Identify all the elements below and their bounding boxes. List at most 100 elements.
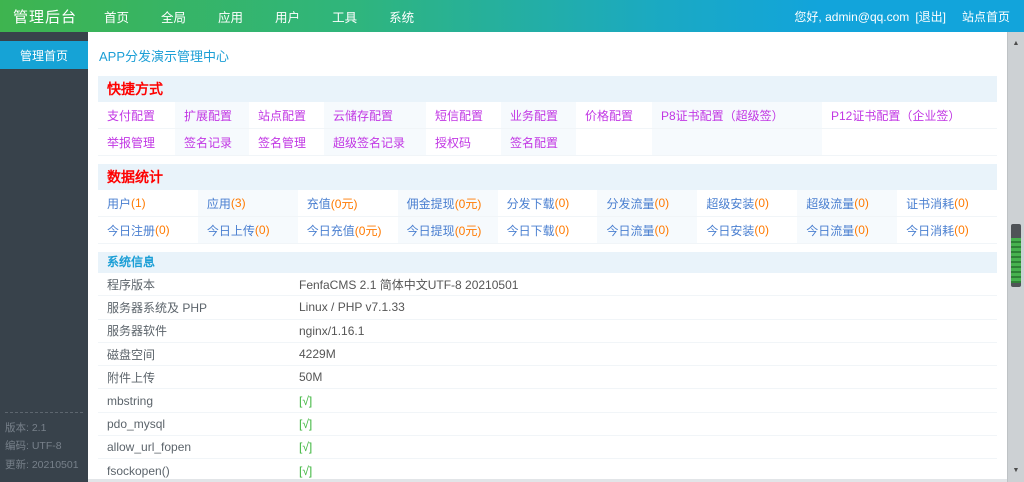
scroll-up-arrow-icon[interactable]: ▲ — [1008, 40, 1024, 47]
sidebar-item-admin-home[interactable]: 管理首页 — [0, 41, 88, 69]
layout: 管理首页 版本: 2.1 编码: UTF-8 更新: 20210501 APP分… — [0, 32, 1024, 482]
logout-link[interactable]: [退出] — [915, 8, 946, 25]
stat-label: 超级安装 — [706, 196, 755, 211]
quick-link[interactable]: P12证书配置（企业签） — [831, 107, 960, 124]
stat-value: (0) — [254, 223, 270, 237]
quick-link[interactable]: 签名记录 — [184, 134, 232, 151]
stat-item: 今日消耗 (0) — [897, 217, 997, 243]
sys-label: mbstring — [107, 393, 154, 408]
quick-link[interactable]: P8证书配置（超级签） — [661, 107, 784, 124]
system-info-row: 附件上传 50M — [98, 366, 997, 390]
sys-label: 服务器软件 — [107, 324, 168, 339]
quick-link-cell: 短信配置 — [426, 102, 501, 128]
system-info-header: 系统信息 — [98, 252, 997, 273]
stat-item: 今日安装 (0) — [697, 217, 797, 243]
stat-value: (0) — [754, 223, 770, 237]
stat-value: (0元) — [330, 196, 358, 211]
sys-value: FenfaCMS 2.1 简体中文UTF-8 20210501 — [299, 277, 519, 292]
quick-link-cell: 业务配置 — [501, 102, 576, 128]
main-content: APP分发演示管理中心 快捷方式 支付配置 扩展配置 站点配置 云储存配置 短信… — [88, 32, 1007, 482]
quick-link[interactable]: 价格配置 — [585, 107, 633, 124]
stat-item: 今日充值 (0元) — [298, 217, 398, 243]
stats-header: 数据统计 — [98, 164, 997, 190]
stat-label: 应用 — [206, 196, 231, 211]
stat-item: 今日下载 (0) — [498, 217, 598, 243]
sys-check-ok: [√] — [299, 393, 313, 408]
quick-link[interactable]: 业务配置 — [510, 107, 558, 124]
stat-value: (0) — [554, 196, 570, 210]
system-info-row: 磁盘空间 4229M — [98, 343, 997, 367]
quick-link[interactable]: 举报管理 — [107, 134, 155, 151]
stat-value: (0) — [654, 196, 670, 210]
stat-value: (0) — [654, 223, 670, 237]
sidebar-encoding: 编码: UTF-8 — [5, 440, 62, 453]
stat-value: (0) — [854, 196, 869, 210]
stat-label: 充值 — [306, 196, 331, 211]
quick-link[interactable]: 短信配置 — [435, 107, 483, 124]
quick-link-cell: 站点配置 — [249, 102, 324, 128]
scroll-down-arrow-icon[interactable]: ▼ — [1008, 467, 1024, 474]
quick-link[interactable]: 扩展配置 — [184, 107, 232, 124]
sidebar-version: 版本: 2.1 — [5, 421, 47, 434]
nav-item-system[interactable]: 系统 — [373, 0, 430, 32]
stat-label: 今日提现 — [406, 223, 455, 238]
quick-link[interactable]: 支付配置 — [107, 107, 155, 124]
stat-value: (0) — [854, 223, 869, 237]
quick-link-cell — [576, 129, 652, 155]
sys-label: pdo_mysql — [107, 416, 166, 431]
user-greeting: 您好, admin@qq.com — [794, 9, 910, 24]
stat-label: 分发流量 — [606, 196, 655, 211]
quick-link[interactable]: 授权码 — [435, 134, 471, 151]
quick-link[interactable]: 超级签名记录 — [333, 134, 405, 151]
quick-link-cell — [822, 129, 997, 155]
stat-label: 今日流量 — [806, 223, 855, 238]
sys-label: 服务器系统及 PHP — [107, 300, 208, 315]
stat-label: 证书消耗 — [906, 196, 955, 211]
stat-label: 今日流量 — [606, 223, 655, 238]
quick-links-row: 支付配置 扩展配置 站点配置 云储存配置 短信配置 业务配置 价格配置 P8证书… — [98, 102, 997, 129]
stat-value: (0) — [155, 223, 170, 237]
system-info-panel: 系统信息 程序版本 FenfaCMS 2.1 简体中文UTF-8 2021050… — [98, 252, 997, 482]
stat-item: 分发下载 (0) — [498, 190, 598, 216]
system-info-row: allow_url_fopen [√] — [98, 436, 997, 460]
sidebar: 管理首页 版本: 2.1 编码: UTF-8 更新: 20210501 — [0, 32, 88, 482]
stat-item: 超级安装 (0) — [697, 190, 797, 216]
quick-link[interactable]: 站点配置 — [258, 107, 306, 124]
stat-value: (0) — [754, 196, 770, 210]
sidebar-updated: 更新: 20210501 — [5, 458, 79, 471]
sys-label: 附件上传 — [107, 370, 156, 385]
admin-dashboard: 管理后台 首页 全局 应用 用户 工具 系统 您好, admin@qq.com … — [0, 0, 1024, 482]
sys-check-ok: [√] — [299, 416, 313, 431]
quick-link-cell: 支付配置 — [98, 102, 175, 128]
vertical-scrollbar[interactable]: ▲ ▼ — [1007, 32, 1024, 482]
site-home-link[interactable]: 站点首页 — [962, 8, 1010, 25]
stat-item: 今日注册 (0) — [98, 217, 198, 243]
nav-item-app[interactable]: 应用 — [202, 0, 259, 32]
app-title: 管理后台 — [13, 8, 78, 26]
quick-link-cell: 签名配置 — [501, 129, 576, 155]
topbar-right: 您好, admin@qq.com [退出] 站点首页 — [794, 8, 1024, 25]
stat-value: (1) — [131, 196, 146, 210]
stat-value: (0元) — [454, 223, 482, 238]
system-info-row: 服务器系统及 PHP Linux / PHP v7.1.33 — [98, 296, 997, 320]
quick-link[interactable]: 签名配置 — [510, 134, 558, 151]
quick-link-cell: 签名管理 — [249, 129, 324, 155]
quick-link[interactable]: 签名管理 — [258, 134, 306, 151]
nav-item-tools[interactable]: 工具 — [316, 0, 373, 32]
stat-label: 今日消耗 — [906, 223, 955, 238]
nav-item-user[interactable]: 用户 — [259, 0, 316, 32]
page-title: APP分发演示管理中心 — [99, 49, 230, 64]
quick-link[interactable]: 云储存配置 — [333, 107, 393, 124]
quick-link-cell: P12证书配置（企业签） — [822, 102, 997, 128]
stat-item: 用户 (1) — [98, 190, 198, 216]
stat-label: 今日下载 — [506, 223, 555, 238]
scrollbar-thumb[interactable] — [1011, 224, 1021, 287]
sys-label: 磁盘空间 — [107, 347, 156, 362]
nav-item-home[interactable]: 首页 — [88, 0, 145, 32]
nav-item-global[interactable]: 全局 — [145, 0, 202, 32]
system-info-row: pdo_mysql [√] — [98, 413, 997, 437]
quick-link-cell: 授权码 — [426, 129, 501, 155]
quick-links-header: 快捷方式 — [98, 76, 997, 102]
quick-link-cell: 超级签名记录 — [324, 129, 426, 155]
quick-link-cell: 云储存配置 — [324, 102, 426, 128]
